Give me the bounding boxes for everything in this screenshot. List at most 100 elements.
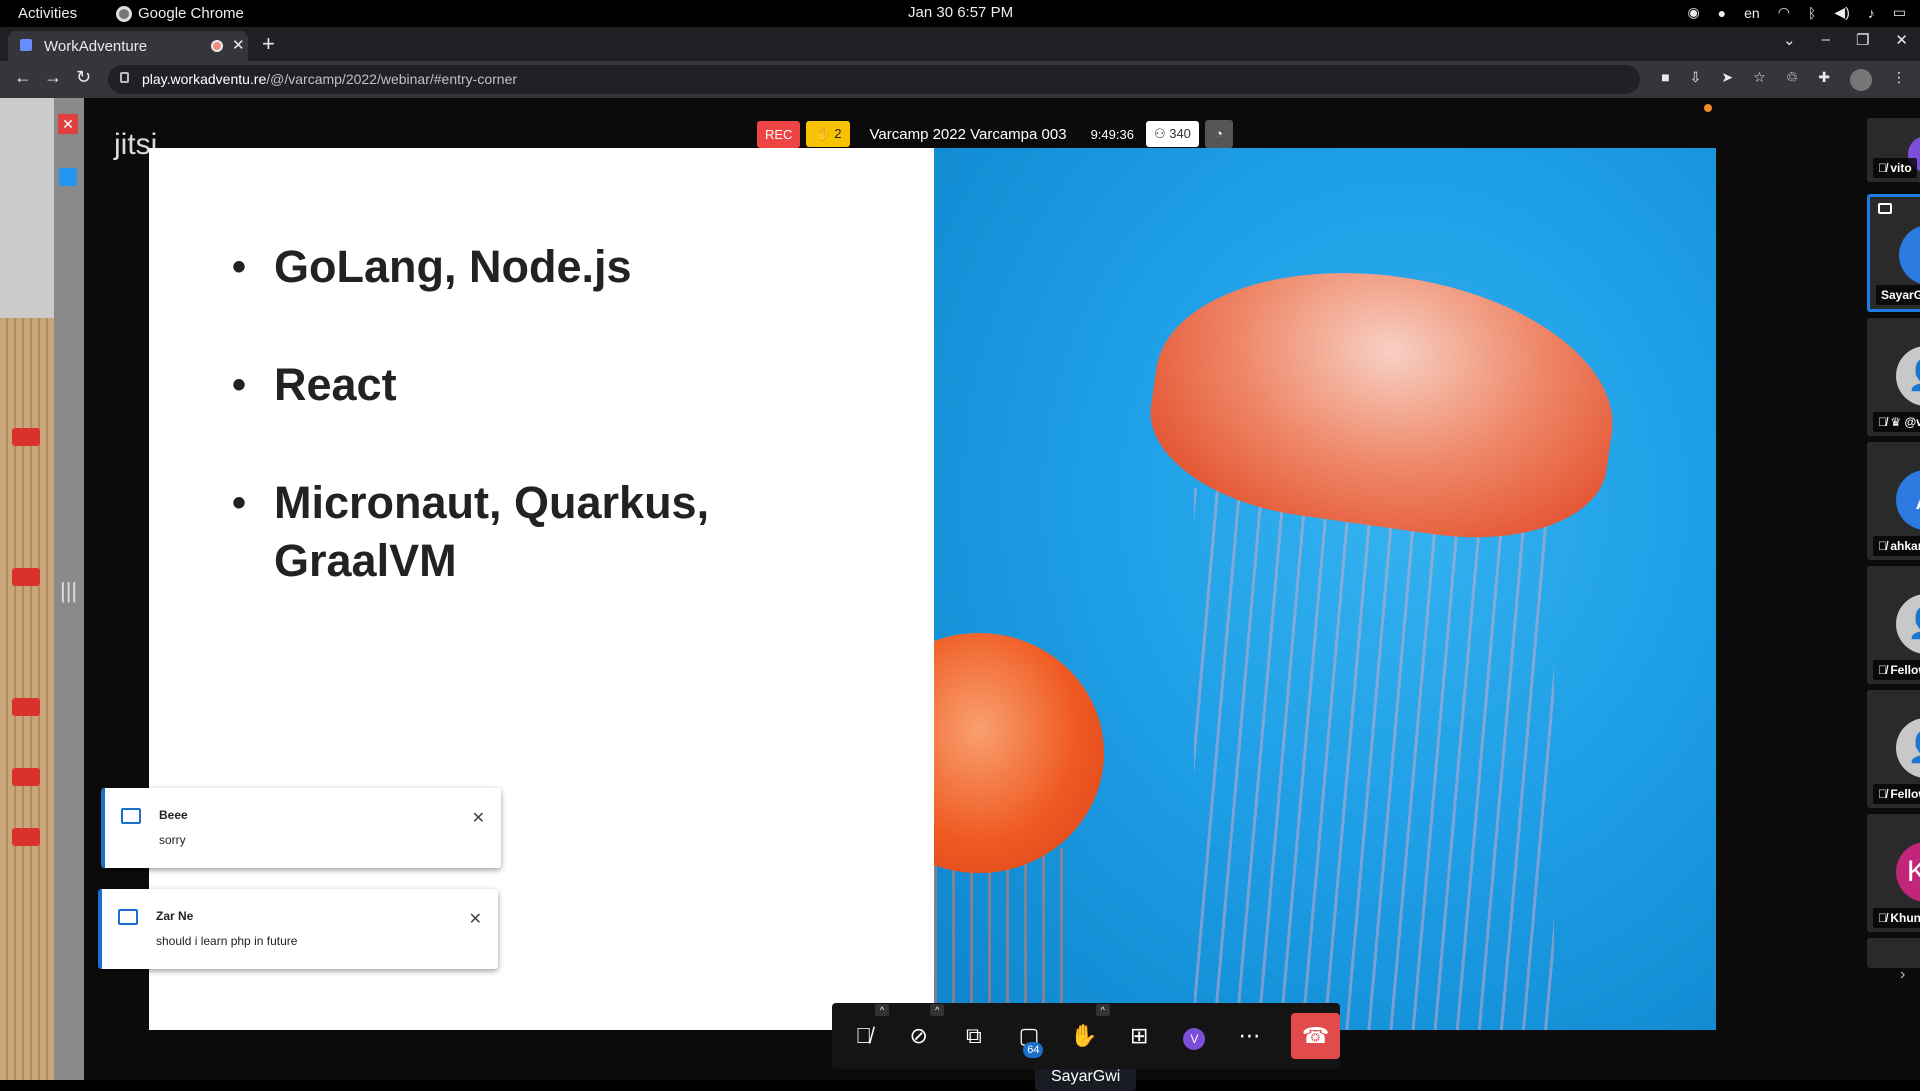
participant-tile[interactable]: KT 🎙̸ Khun Tee	[1867, 814, 1920, 932]
moderator-crown-icon: ♛	[1890, 415, 1905, 429]
connection-quality-icon[interactable]: ◔	[1204, 120, 1233, 148]
participant-name-text: @v.kh...	[1904, 415, 1920, 429]
self-avatar: V	[1183, 1028, 1206, 1050]
toolbar-icons: ■ ⇩ ➤ ☆ ♲ ✚ ⋮	[1661, 69, 1906, 91]
audio-settings-caret-icon[interactable]: ^	[875, 1004, 890, 1016]
clock[interactable]: Jan 30 6:57 PM	[908, 4, 1013, 21]
mic-muted-icon: 🎙̸	[1878, 539, 1891, 553]
minimize-icon[interactable]: –	[1822, 31, 1830, 49]
camera-off-icon[interactable]: ⊘ ^	[901, 1004, 945, 1054]
raised-hands-badge[interactable]: ✋ 2	[806, 121, 850, 147]
volume-icon[interactable]: ◀)	[1834, 4, 1849, 21]
more-options-icon[interactable]: ⋯	[1232, 1018, 1267, 1054]
tab-workadventure[interactable]: WorkAdventure ✕	[8, 31, 248, 61]
address-bar[interactable]: play.workadventu.re/@/varcamp/2022/webin…	[108, 65, 1640, 94]
raise-hand-icon[interactable]: ✋ ^	[1067, 1004, 1110, 1054]
battery-icon[interactable]: ▭	[1893, 4, 1906, 21]
mic-muted-icon: 🎙̸	[1878, 161, 1891, 175]
new-tab-icon[interactable]: +	[262, 31, 275, 57]
participants-icon: ⚇	[1153, 126, 1170, 141]
discord-icon[interactable]: ◉	[1687, 4, 1699, 21]
video-settings-caret-icon[interactable]: ^	[930, 1004, 945, 1016]
participant-name-text: vito	[1890, 161, 1912, 175]
mic-muted-icon: 🎙̸	[1878, 911, 1891, 925]
tab-search-icon[interactable]: ⌄	[1783, 31, 1796, 49]
participants-count-badge[interactable]: ⚇ 340	[1145, 121, 1199, 147]
participant-tile[interactable]: 👤 🎙̸ Fellow Jits...	[1867, 566, 1920, 684]
raised-hands-count: 2	[834, 126, 842, 141]
filmstrip-scroll-right-icon[interactable]: ›	[1900, 966, 1905, 984]
microphone-icon[interactable]: ♪	[1868, 5, 1875, 21]
close-iframe-icon[interactable]: ✕	[58, 114, 78, 134]
url-text[interactable]: play.workadventu.re/@/varcamp/2022/webin…	[142, 71, 517, 87]
window-close-icon[interactable]: ✕	[1895, 31, 1908, 49]
workadventure-favicon-icon	[20, 39, 32, 51]
puzzle-extensions-icon[interactable]: ✚	[1818, 69, 1830, 91]
send-icon[interactable]: ➤	[1721, 69, 1733, 91]
notification-message: sorry	[159, 833, 186, 847]
game-map[interactable]	[0, 318, 54, 1080]
microphone-muted-icon[interactable]: 🎙̸ ^	[846, 1004, 890, 1054]
chat-icon[interactable]: ▢ 64	[1011, 1018, 1046, 1058]
reactions-caret-icon[interactable]: ^	[1095, 1004, 1110, 1016]
back-arrow-icon[interactable]: ←	[14, 67, 32, 88]
window-controls: ⌄ – ❐ ✕	[1783, 31, 1908, 49]
workadventure-game-panel[interactable]: ✕ |||	[0, 98, 84, 1080]
notification-sender: Beee	[159, 808, 188, 822]
self-avatar-button[interactable]: V	[1177, 1018, 1212, 1054]
participant-tile[interactable]: V 🎙̸ vito	[1867, 118, 1920, 182]
participant-tile[interactable]	[1867, 938, 1920, 968]
map-chair	[12, 698, 40, 716]
tray-app-icon[interactable]: ●	[1718, 5, 1726, 21]
fullscreen-icon[interactable]	[59, 168, 77, 186]
tile-view-icon[interactable]: ⊞	[1122, 1018, 1157, 1054]
install-icon[interactable]: ⇩	[1690, 69, 1702, 91]
participant-name: 🎙̸ ♛ @v.kh...	[1873, 412, 1920, 432]
wifi-icon[interactable]: ◠	[1778, 4, 1790, 21]
chat-message-icon	[118, 909, 138, 925]
active-app-menu[interactable]: Google Chrome	[116, 5, 244, 22]
resize-handle-icon[interactable]: |||	[60, 578, 77, 604]
map-chair	[12, 568, 40, 586]
camera-icon[interactable]: ■	[1661, 69, 1669, 91]
close-icon[interactable]: ✕	[469, 909, 482, 929]
active-app-name: Google Chrome	[138, 5, 244, 22]
menu-kebab-icon[interactable]: ⋮	[1892, 69, 1906, 91]
language-indicator[interactable]: en	[1744, 5, 1760, 21]
hangup-button[interactable]: ☎	[1291, 1013, 1340, 1059]
tab-title: WorkAdventure	[44, 38, 148, 55]
hand-icon: ✋	[814, 126, 835, 141]
person-placeholder-icon: 👤	[1896, 718, 1920, 778]
participant-tile[interactable]: 👤 🎙̸ ♛ @v.kh...	[1867, 318, 1920, 436]
reload-icon[interactable]: ↻	[76, 67, 91, 88]
notification-sender: Zar Ne	[156, 909, 194, 923]
person-placeholder-icon: 👤	[1896, 346, 1920, 406]
screen-share-icon[interactable]: ⧉	[956, 1018, 991, 1054]
chat-notification[interactable]: Beee sorry ✕	[101, 788, 501, 868]
bookmark-star-icon[interactable]: ☆	[1753, 69, 1766, 91]
participant-tile-active[interactable]: S SayarGwi	[1867, 194, 1920, 312]
participant-tile[interactable]: A 🎙̸ ahkar	[1867, 442, 1920, 560]
close-icon[interactable]: ✕	[472, 808, 485, 828]
profile-avatar[interactable]	[1850, 69, 1872, 91]
lock-icon[interactable]	[120, 72, 129, 83]
bluetooth-icon[interactable]: ᛒ	[1808, 5, 1816, 21]
mic-muted-icon: 🎙̸	[1878, 787, 1891, 801]
restore-icon[interactable]: ❐	[1856, 31, 1869, 49]
participants-filmstrip: V 🎙̸ vito S SayarGwi 👤 🎙̸ ♛ @v.kh... A 🎙…	[1867, 118, 1920, 1068]
chat-notification[interactable]: Zar Ne should i learn php in future ✕	[98, 889, 498, 969]
participant-name-text: ahkar	[1890, 539, 1920, 553]
connection-dot-icon	[1704, 104, 1712, 112]
activities-button[interactable]: Activities	[18, 5, 77, 22]
forward-arrow-icon[interactable]: →	[44, 67, 62, 88]
extension-icon[interactable]: ♲	[1786, 69, 1799, 91]
tab-close-icon[interactable]: ✕	[232, 36, 245, 54]
game-map-top[interactable]	[0, 98, 54, 318]
participants-count: 340	[1169, 126, 1191, 141]
url-host: play.workadventu.re	[142, 71, 267, 87]
browser-toolbar: ← → ↻ play.workadventu.re/@/varcamp/2022…	[0, 61, 1920, 98]
screen-share-indicator-icon	[1878, 203, 1892, 214]
jellyfish-tentacles	[1194, 488, 1554, 1030]
system-tray[interactable]: ◉ ● en ◠ ᛒ ◀) ♪ ▭	[1687, 4, 1906, 21]
participant-tile[interactable]: 👤 🎙̸ Fellow Jits...	[1867, 690, 1920, 808]
